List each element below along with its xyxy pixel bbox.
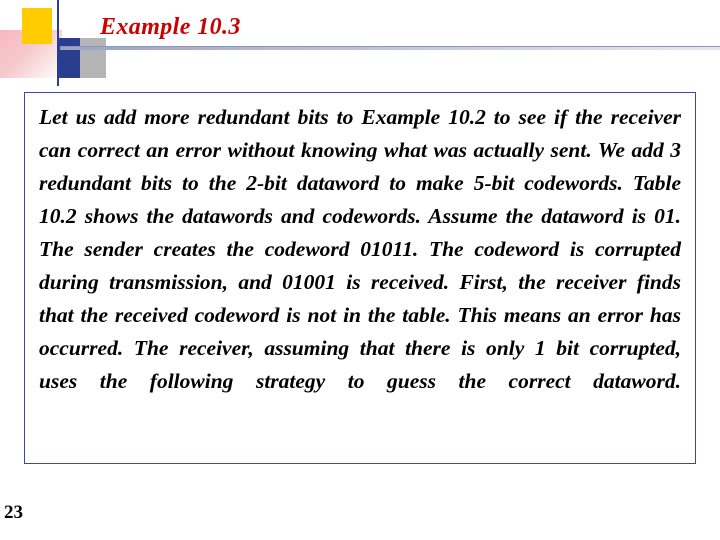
title-divider	[60, 46, 720, 50]
decoration-gray-square	[80, 38, 106, 78]
decoration-vertical-line	[57, 0, 59, 86]
decoration-pink-square	[0, 30, 62, 78]
example-body-text: Let us add more redundant bits to Exampl…	[39, 105, 681, 393]
decoration-blue-square	[58, 38, 80, 78]
decoration-yellow-square	[22, 8, 52, 44]
slide-title: Example 10.3	[100, 14, 241, 40]
example-text-box: Let us add more redundant bits to Exampl…	[24, 92, 696, 464]
page-number: 23	[4, 502, 23, 523]
